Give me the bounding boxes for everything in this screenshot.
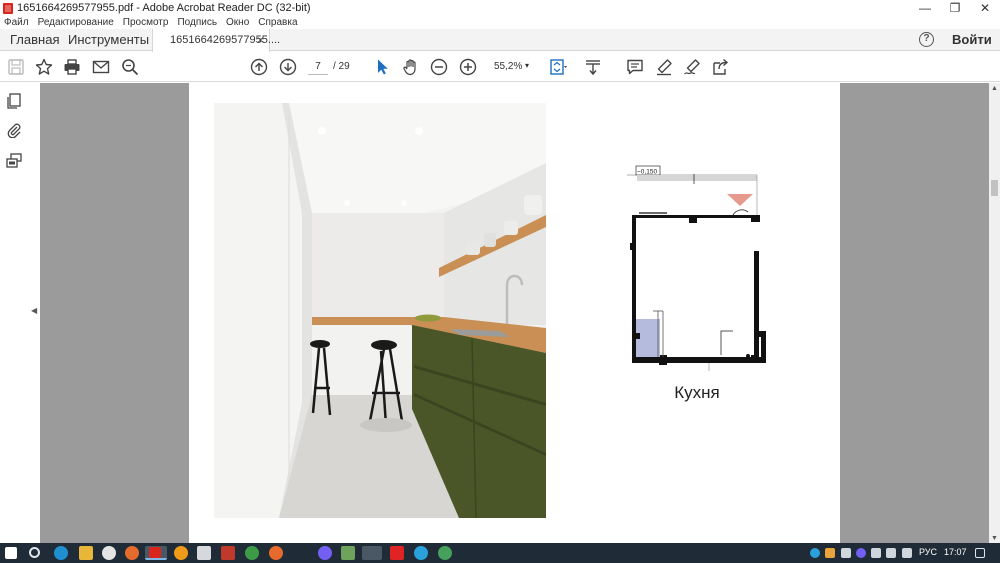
menu-sign[interactable]: Подпись (177, 17, 217, 28)
tray-telegram-icon[interactable] (810, 548, 820, 558)
kitchen-render-image (214, 103, 546, 518)
tab-bar: Главная Инструменты 1651664269577955....… (0, 29, 1000, 52)
email-icon[interactable] (91, 57, 111, 77)
tray-wifi-icon[interactable] (886, 548, 896, 558)
scroll-thumb[interactable] (991, 180, 998, 196)
tray-network-icon[interactable] (841, 548, 851, 558)
layers-icon[interactable] (5, 152, 23, 170)
tab-home[interactable]: Главная (10, 29, 59, 51)
select-arrow-icon[interactable] (372, 57, 392, 77)
acrobat-icon[interactable] (145, 546, 167, 560)
app-icon-6[interactable] (438, 546, 452, 560)
close-window-button[interactable]: ✕ (970, 0, 1000, 16)
pages-icon[interactable] (5, 92, 23, 110)
minimize-button[interactable]: — (910, 0, 940, 16)
tray-viber-icon[interactable] (856, 548, 866, 558)
menu-file[interactable]: Файл (4, 17, 29, 28)
clock[interactable]: 17:07 (944, 547, 967, 557)
scroll-mode-icon[interactable] (583, 57, 603, 77)
explorer-icon[interactable] (79, 546, 93, 560)
scroll-down-icon[interactable]: ▼ (991, 535, 998, 542)
floor-plan-diagram: −0,150 (627, 163, 767, 373)
document-viewer[interactable]: −0,150 Кухня (40, 83, 989, 543)
chrome-icon[interactable] (245, 546, 259, 560)
tray-app-icon[interactable] (825, 548, 835, 558)
fit-page-icon[interactable] (548, 57, 568, 77)
start-icon[interactable] (5, 547, 17, 559)
taskbar-search-icon[interactable] (29, 547, 40, 558)
save-icon[interactable] (6, 57, 26, 77)
app-icon-4[interactable] (221, 546, 235, 560)
sign-icon[interactable] (682, 57, 702, 77)
language-indicator[interactable]: РУС (919, 547, 937, 557)
viber-icon[interactable] (318, 546, 332, 560)
search-icon[interactable] (120, 57, 140, 77)
edge-icon[interactable] (54, 546, 68, 560)
tab-close-icon[interactable]: × (257, 29, 264, 51)
app-icon-3[interactable] (197, 546, 211, 560)
page-total: / 29 (333, 61, 350, 72)
plan-caption: Кухня (674, 383, 720, 402)
tray-volume-icon[interactable] (902, 548, 912, 558)
plan-marker-label: −0,150 (637, 169, 657, 176)
zoom-in-icon[interactable] (458, 57, 478, 77)
window-controls: — ❐ ✕ (910, 0, 1000, 16)
yandex-icon[interactable] (102, 546, 116, 560)
menu-window[interactable]: Окно (226, 17, 249, 28)
help-icon[interactable]: ? (919, 32, 934, 47)
zoom-dropdown-icon[interactable]: ▾ (525, 61, 529, 70)
left-panel (0, 83, 29, 543)
menu-edit[interactable]: Редактирование (38, 17, 114, 28)
comment-icon[interactable] (625, 57, 645, 77)
tab-document[interactable]: 1651664269577955.... × (152, 29, 280, 52)
share-icon[interactable] (711, 57, 731, 77)
window-title: 1651664269577955.pdf - Adobe Acrobat Rea… (17, 2, 311, 14)
attachment-icon[interactable] (5, 121, 23, 139)
star-icon[interactable] (34, 57, 54, 77)
taskbar: РУС 17:07 (0, 543, 1000, 563)
app-icon-1[interactable] (125, 546, 139, 560)
toolbar: / 29 55,2% ▾ (0, 52, 1000, 82)
tab-tools[interactable]: Инструменты (68, 29, 149, 51)
title-bar: 1651664269577955.pdf - Adobe Acrobat Rea… (0, 0, 1000, 16)
page-number-input[interactable] (308, 59, 328, 75)
firefox-icon[interactable] (269, 546, 283, 560)
pdf-page: −0,150 Кухня (189, 83, 840, 543)
maximize-button[interactable]: ❐ (940, 0, 970, 16)
youtube-icon[interactable] (390, 546, 404, 560)
scroll-up-icon[interactable]: ▲ (991, 85, 998, 92)
acrobat-pdf-icon (3, 2, 13, 14)
print-icon[interactable] (62, 57, 82, 77)
menu-help[interactable]: Справка (258, 17, 297, 28)
notifications-icon[interactable] (975, 548, 985, 558)
app-icon-2[interactable] (174, 546, 188, 560)
zoom-value[interactable]: 55,2% (494, 61, 522, 72)
signin-button[interactable]: Войти (952, 29, 992, 51)
collapse-panel-icon[interactable]: ◀ (31, 306, 37, 315)
acrobat-logo-icon (149, 547, 161, 558)
telegram-icon[interactable] (414, 546, 428, 560)
prev-page-icon[interactable] (249, 57, 269, 77)
tray-battery-icon[interactable] (871, 548, 881, 558)
app-icon-5[interactable] (341, 546, 355, 560)
vertical-scrollbar[interactable]: ▲ ▼ (989, 83, 1000, 543)
menu-bar: Файл Редактирование Просмотр Подпись Окн… (0, 16, 1000, 29)
chrome-icon-2[interactable] (362, 546, 382, 560)
menu-view[interactable]: Просмотр (123, 17, 169, 28)
highlight-icon[interactable] (654, 57, 674, 77)
zoom-out-icon[interactable] (429, 57, 449, 77)
next-page-icon[interactable] (278, 57, 298, 77)
hand-icon[interactable] (401, 57, 421, 77)
